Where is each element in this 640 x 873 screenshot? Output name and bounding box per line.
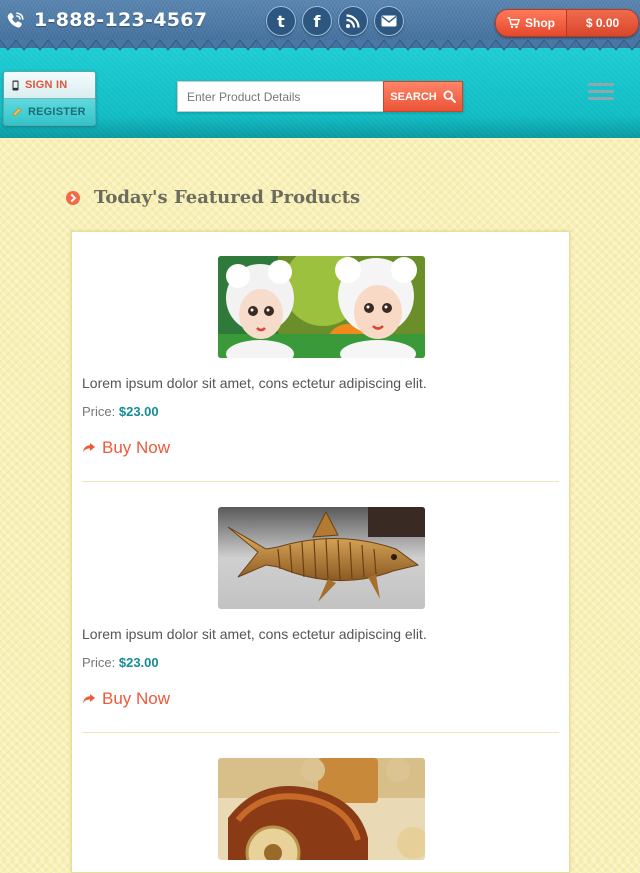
- product-description: Lorem ipsum dolor sit amet, cons ectetur…: [82, 626, 427, 642]
- products-card: Lorem ipsum dolor sit amet, cons ectetur…: [71, 231, 570, 873]
- pencil-icon: [12, 107, 22, 117]
- phone-icon: [7, 12, 24, 28]
- shopping-cart-button[interactable]: Shop $ 0.00: [495, 9, 639, 37]
- auth-buttons: SIGN IN REGISTER: [3, 71, 96, 126]
- share-arrow-icon: [83, 694, 95, 704]
- phone-number[interactable]: 1-888-123-4567: [34, 9, 207, 31]
- facebook-icon[interactable]: f: [302, 6, 332, 36]
- buy-now-label: Buy Now: [102, 438, 171, 457]
- email-icon[interactable]: [374, 6, 404, 36]
- register-button[interactable]: REGISTER: [4, 99, 95, 125]
- zigzag-divider: [0, 40, 640, 56]
- product-description: Lorem ipsum dolor sit amet, cons ectetur…: [82, 375, 427, 391]
- search-button-label: SEARCH: [390, 90, 437, 103]
- rss-icon[interactable]: [338, 6, 368, 36]
- search-input[interactable]: [177, 81, 383, 112]
- search-icon: [443, 90, 456, 103]
- mobile-icon: [12, 80, 19, 90]
- price-value: $23.00: [118, 655, 159, 670]
- price-value: $23.00: [118, 404, 159, 419]
- search-form: SEARCH: [177, 81, 463, 112]
- share-arrow-icon: [83, 443, 95, 453]
- price-label: Price:: [82, 404, 116, 419]
- product-divider: [82, 732, 559, 733]
- twitter-icon[interactable]: t: [266, 6, 296, 36]
- section-title: Today's Featured Products: [66, 187, 360, 208]
- buy-now-link[interactable]: Buy Now: [82, 689, 170, 709]
- sign-in-button[interactable]: SIGN IN: [4, 72, 95, 99]
- buy-now-label: Buy Now: [102, 689, 171, 708]
- sign-in-label: SIGN IN: [25, 79, 68, 91]
- cart-icon: [507, 17, 520, 29]
- hamburger-menu-icon[interactable]: [588, 82, 614, 102]
- product-price: Price: $23.00: [82, 655, 159, 670]
- buy-now-link[interactable]: Buy Now: [82, 438, 170, 458]
- price-label: Price:: [82, 655, 116, 670]
- bullet-arrow-icon: [66, 190, 80, 205]
- featured-products-title: Today's Featured Products: [94, 187, 361, 208]
- product-image-wooden-shark[interactable]: [218, 507, 425, 609]
- product-image-sheep-toys[interactable]: [218, 256, 425, 358]
- product-image-wooden-car[interactable]: [218, 758, 425, 860]
- shop-label: Shop: [525, 16, 555, 30]
- register-label: REGISTER: [28, 106, 86, 118]
- product-price: Price: $23.00: [82, 404, 159, 419]
- search-button[interactable]: SEARCH: [383, 81, 463, 112]
- cart-total: $ 0.00: [566, 10, 638, 36]
- product-divider: [82, 481, 559, 482]
